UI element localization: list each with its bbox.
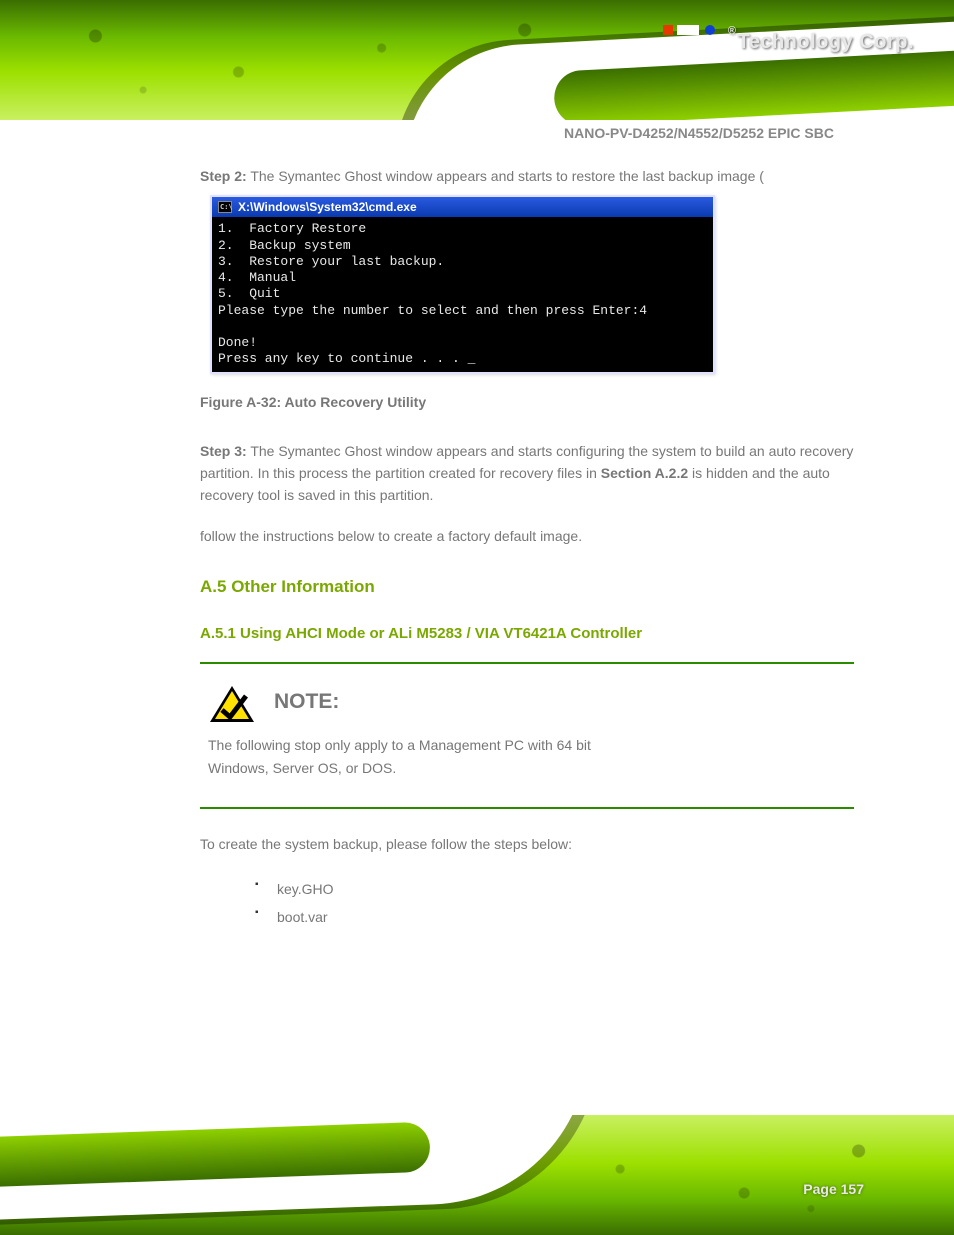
para-after-figure: follow the instructions below to create … [200,525,854,549]
list-item: key.GHO [255,875,854,903]
cmd-line-8: Press any key to continue . . . _ [218,351,475,366]
step-2-text: Step 2: The Symantec Ghost window appear… [200,165,854,187]
page-number: Page 157 [803,1181,864,1197]
step2-label: Step 2: [200,168,247,184]
cmd-line-4: 5. Quit [218,286,280,301]
step3-label: Step 3: [200,443,247,459]
cmd-line-5: Please type the number to select and the… [218,303,647,318]
section-title: Other Information [231,577,375,596]
section-heading: A.5 Other Information [200,577,854,597]
cmd-line-2: 3. Restore your last backup. [218,254,444,269]
subsection-title: Using AHCI Mode or ALi M5283 / VIA VT642… [240,625,642,642]
product-name: NANO-PV-D4252/N4552/D5252 EPIC SBC [564,125,834,141]
list-item: boot.var [255,903,854,931]
note-icon [208,684,256,724]
brand-text: ®Technology Corp. [728,31,914,53]
cmd-line-7: Done! [218,335,257,350]
cmd-body: 1. Factory Restore 2. Backup system 3. R… [212,217,713,371]
cmd-window: C:\ X:\Windows\System32\cmd.exe 1. Facto… [210,195,715,373]
step3-ref: Section A.2.2 [601,465,688,481]
figure-caption: Figure A-32: Auto Recovery Utility [200,394,854,410]
cmd-title-text: X:\Windows\System32\cmd.exe [238,200,417,214]
subsection-heading: A.5.1 Using AHCI Mode or ALi M5283 / VIA… [200,625,854,642]
cmd-titlebar: C:\ X:\Windows\System32\cmd.exe [212,197,713,217]
cmd-line-3: 4. Manual [218,270,296,285]
brand-logo-block: ®Technology Corp. [663,25,914,63]
step-3-text: Step 3: The Symantec Ghost window appear… [200,440,854,507]
note-label: NOTE: [274,684,339,714]
page-content: NANO-PV-D4252/N4552/D5252 EPIC SBC Step … [0,120,954,931]
cmd-icon: C:\ [218,201,232,213]
note-box: NOTE: The following stop only apply to a… [200,662,854,810]
footer-decor [0,1115,954,1235]
bullet-list: key.GHO boot.var [255,875,854,931]
step2-body: The Symantec Ghost window appears and st… [250,168,764,184]
section-number: A.5 [200,577,226,596]
cmd-line-0: 1. Factory Restore [218,221,366,236]
note-body: The following stop only apply to a Manag… [208,734,846,782]
cmd-line-1: 2. Backup system [218,238,351,253]
after-note-para: To create the system backup, please foll… [200,833,854,857]
iei-logo-icon [663,25,721,63]
subsection-number: A.5.1 [200,625,236,642]
